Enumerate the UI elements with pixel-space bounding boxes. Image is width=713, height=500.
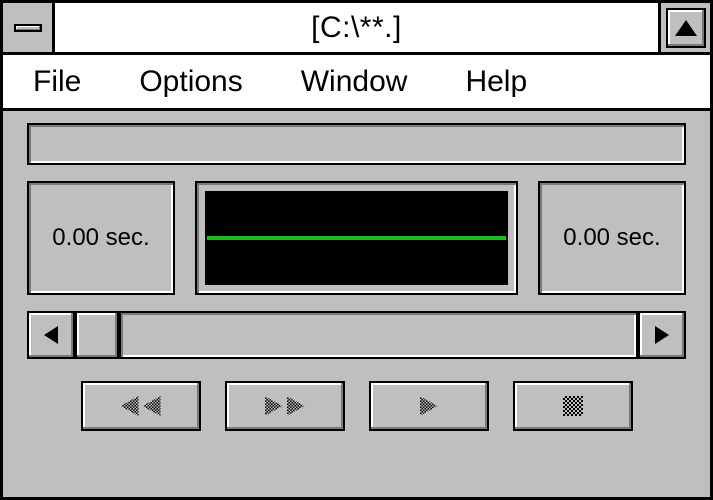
- fast-forward-icon: [287, 396, 305, 416]
- rewind-button[interactable]: [81, 381, 201, 431]
- waveform-row: 0.00 sec. 0.00 sec.: [27, 181, 686, 295]
- rewind-icon: [143, 396, 161, 416]
- time-end: 0.00 sec.: [538, 181, 686, 295]
- play-button[interactable]: [369, 381, 489, 431]
- waveform-panel: [195, 181, 518, 295]
- menu-bar: File Options Window Help: [3, 55, 710, 111]
- triangle-up-icon: [675, 20, 697, 36]
- menu-window[interactable]: Window: [301, 65, 408, 99]
- horizontal-scrollbar: [27, 311, 686, 359]
- client-area: 0.00 sec. 0.00 sec.: [3, 111, 710, 497]
- arrow-left-icon: [44, 326, 58, 344]
- window-title: [C:\**.]: [55, 3, 658, 52]
- app-window: [C:\**.] File Options Window Help 0.00 s…: [0, 0, 713, 500]
- time-start-label: 0.00 sec.: [52, 224, 149, 252]
- stop-icon: [563, 396, 583, 416]
- stop-button[interactable]: [513, 381, 633, 431]
- menu-help[interactable]: Help: [465, 65, 527, 99]
- info-strip: [27, 123, 686, 165]
- play-icon: [420, 396, 438, 416]
- scroll-left-button[interactable]: [27, 311, 75, 359]
- time-end-label: 0.00 sec.: [563, 224, 660, 252]
- fast-forward-button[interactable]: [225, 381, 345, 431]
- menu-file[interactable]: File: [33, 65, 81, 99]
- system-menu-icon: [14, 24, 42, 32]
- title-bar: [C:\**.]: [3, 3, 710, 55]
- arrow-right-icon: [655, 326, 669, 344]
- scroll-right-button[interactable]: [638, 311, 686, 359]
- waveform-display[interactable]: [205, 191, 508, 285]
- transport-controls: [27, 375, 686, 431]
- scroll-track[interactable]: [119, 311, 638, 359]
- menu-options[interactable]: Options: [139, 65, 242, 99]
- time-start: 0.00 sec.: [27, 181, 175, 295]
- system-menu-button[interactable]: [3, 3, 55, 52]
- rewind-icon: [121, 396, 139, 416]
- title-dropdown-button[interactable]: [658, 3, 710, 52]
- waveform-baseline: [207, 236, 506, 240]
- scroll-thumb[interactable]: [75, 311, 119, 359]
- fast-forward-icon: [265, 396, 283, 416]
